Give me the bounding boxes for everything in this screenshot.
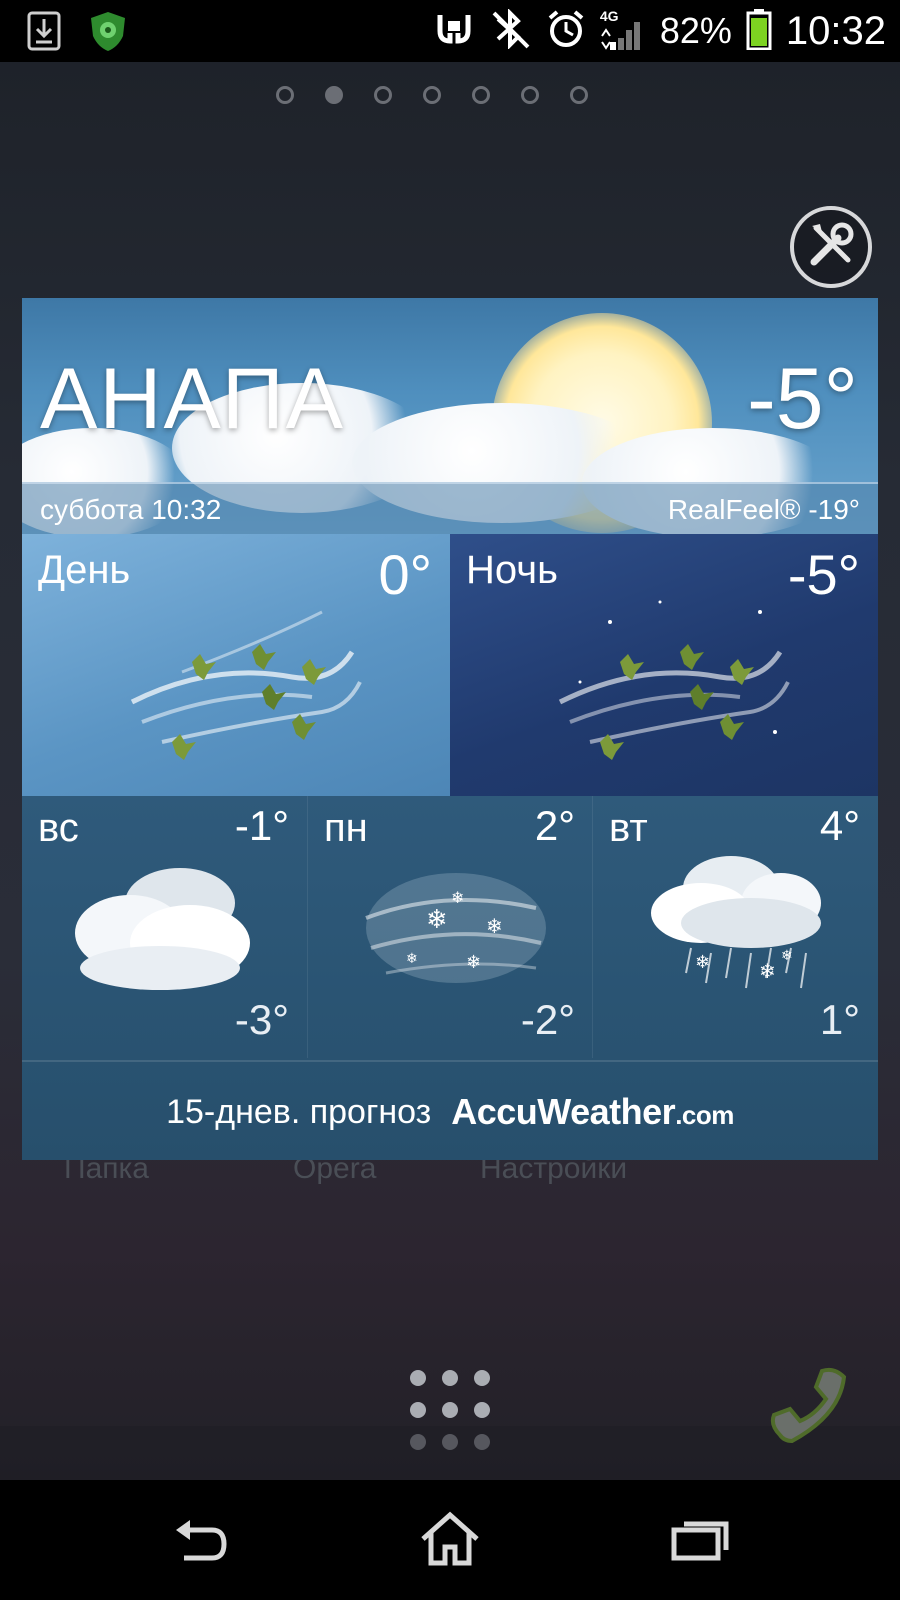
current-temperature: -5°	[747, 351, 858, 447]
15-day-forecast-link[interactable]: 15-днев. прогноз	[166, 1093, 431, 1132]
city-name: АНАПА	[40, 351, 346, 447]
bluetooth-off-icon	[488, 7, 532, 54]
day-forecast-panel[interactable]: День 0°	[22, 534, 450, 796]
page-dot[interactable]	[423, 86, 441, 104]
three-day-forecast[interactable]: вс -1° -3° пн 2° ❄ ❄ ❄ ❄ ❄ -2° вт 4° ❄ ❄…	[22, 796, 878, 1160]
brand-name: AccuWeather	[451, 1091, 676, 1132]
day-label: День	[38, 548, 131, 592]
page-dot[interactable]	[374, 86, 392, 104]
home-icon	[419, 1511, 481, 1572]
forecast-high: -1°	[234, 802, 289, 849]
navigation-bar	[0, 1480, 900, 1600]
realfeel-label: RealFeel® -19°	[667, 494, 860, 525]
forecast-high: 4°	[819, 802, 860, 849]
status-time: 10:32	[785, 8, 886, 53]
svg-text:❄: ❄	[451, 888, 464, 907]
back-icon	[170, 1516, 230, 1567]
forecast-day-2[interactable]: пн 2° ❄ ❄ ❄ ❄ ❄ -2°	[307, 796, 593, 1058]
snow-wind-icon: ❄ ❄ ❄ ❄ ❄	[365, 873, 546, 983]
forecast-low: -2°	[520, 996, 575, 1043]
recent-apps-icon	[670, 1516, 730, 1567]
signal-icon: 4G	[600, 8, 646, 52]
recent-apps-button[interactable]	[655, 1506, 745, 1576]
brand-suffix: .com	[675, 1100, 734, 1130]
weather-widget[interactable]: АНАПА -5° суббота 10:32 RealFeel® -19° Д…	[22, 298, 878, 1160]
phone-icon[interactable]	[760, 1355, 860, 1455]
nfc-icon	[434, 11, 474, 52]
tools-icon	[804, 218, 858, 277]
night-forecast-panel[interactable]: Ночь -5°	[450, 534, 878, 796]
battery-icon	[746, 8, 772, 55]
page-dot[interactable]	[276, 86, 294, 104]
forecast-high: 2°	[534, 802, 575, 849]
widget-settings-button[interactable]	[790, 206, 872, 288]
page-dot-active[interactable]	[325, 86, 343, 104]
wind-leaves-icon	[130, 610, 362, 760]
page-dot[interactable]	[521, 86, 539, 104]
antivirus-shield-icon	[88, 10, 128, 57]
night-label: Ночь	[466, 548, 558, 592]
home-page-indicator	[276, 86, 588, 104]
widget-footer[interactable]: 15-днев. прогноз AccuWeather.com	[22, 1060, 878, 1162]
current-weather-header[interactable]: АНАПА -5° суббота 10:32 RealFeel® -19°	[22, 298, 878, 534]
battery-percent: 82%	[659, 10, 732, 51]
alarm-icon	[546, 9, 586, 54]
svg-text:❄: ❄	[466, 952, 481, 973]
cloudy-icon	[75, 868, 250, 990]
header-info-bar: суббота 10:32 RealFeel® -19°	[22, 482, 878, 534]
forecast-day-1[interactable]: вс -1° -3°	[22, 796, 307, 1058]
forecast-day-label: пн	[324, 806, 368, 850]
wind-leaves-night-icon	[558, 600, 790, 760]
svg-text:❄: ❄	[486, 914, 503, 938]
night-temperature: -5°	[787, 543, 860, 606]
day-temperature: 0°	[378, 543, 432, 606]
forecast-day-label: вт	[609, 806, 648, 850]
date-time-label: суббота 10:32	[40, 494, 222, 525]
back-button[interactable]	[155, 1506, 245, 1576]
svg-text:❄: ❄	[695, 952, 710, 973]
forecast-low: -3°	[234, 996, 289, 1043]
svg-text:❄: ❄	[406, 951, 418, 967]
forecast-day-label: вс	[38, 806, 79, 850]
download-notification-icon	[26, 10, 62, 57]
page-dot[interactable]	[570, 86, 588, 104]
svg-text:❄: ❄	[426, 905, 448, 935]
forecast-low: 1°	[819, 996, 860, 1043]
status-bar: 4G 82% 10:32	[0, 0, 900, 62]
home-button[interactable]	[405, 1506, 495, 1576]
rain-snow-icon: ❄ ❄ ❄	[651, 856, 821, 989]
forecast-day-3[interactable]: вт 4° ❄ ❄ ❄ 1°	[592, 796, 878, 1058]
svg-text:❄: ❄	[781, 948, 793, 964]
svg-text:❄: ❄	[759, 959, 776, 983]
accuweather-logo: AccuWeather.com	[451, 1091, 734, 1133]
page-dot[interactable]	[472, 86, 490, 104]
